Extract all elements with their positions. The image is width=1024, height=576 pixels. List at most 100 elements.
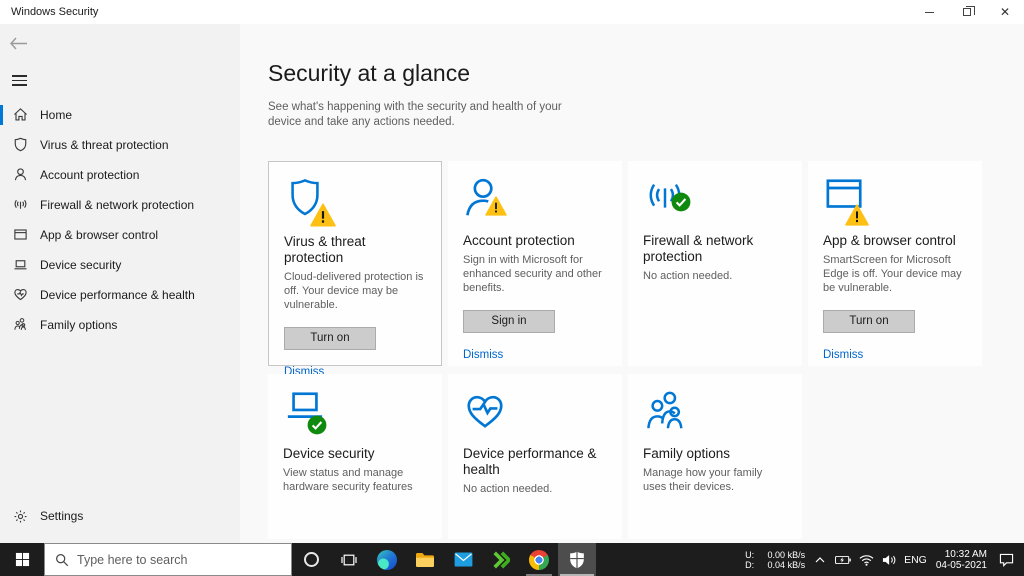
- browser-warning-icon: [823, 176, 873, 226]
- hidden-icons-button[interactable]: [812, 556, 828, 563]
- family-icon: [12, 317, 28, 333]
- sidebar-item-label: Device performance & health: [40, 287, 195, 302]
- windows-security-button[interactable]: [558, 543, 596, 576]
- file-explorer-button[interactable]: [406, 543, 444, 576]
- security-cards: Virus & threat protection Cloud-delivere…: [268, 161, 1024, 539]
- card-device-performance-health[interactable]: Device performance & health No action ne…: [448, 374, 622, 539]
- heart-pulse-icon: [463, 389, 513, 435]
- green-chevrons-icon: [493, 551, 510, 568]
- warning-badge-icon: [310, 203, 336, 227]
- network-icon: [12, 197, 28, 213]
- sidebar-item-label: Family options: [40, 317, 118, 332]
- edge-icon: [377, 549, 397, 570]
- system-tray: U: 0.00 kB/s D: 0.04 kB/s ENG 10:32 AM 04-…: [745, 543, 1024, 576]
- network-speed-monitor[interactable]: U: 0.00 kB/s D: 0.04 kB/s: [745, 550, 805, 570]
- turn-on-button[interactable]: Turn on: [823, 310, 915, 333]
- download-label: D:: [745, 559, 755, 570]
- upload-value: 0.00 kB/s: [767, 549, 806, 560]
- action-center-button[interactable]: [996, 553, 1016, 567]
- card-title: Firewall & network protection: [643, 233, 754, 264]
- search-input[interactable]: [77, 552, 267, 567]
- wifi-button[interactable]: [858, 554, 874, 566]
- task-view-button[interactable]: [330, 543, 368, 576]
- card-title: Device performance & health: [463, 446, 597, 477]
- battery-charging-icon: [835, 555, 851, 564]
- wifi-icon: [859, 554, 874, 566]
- family-icon: [643, 389, 693, 435]
- sidebar-item-app-browser-control[interactable]: App & browser control: [0, 220, 240, 250]
- language-indicator[interactable]: ENG: [904, 554, 927, 566]
- minimize-button[interactable]: [910, 0, 948, 24]
- edge-button[interactable]: [368, 543, 406, 576]
- card-description: Sign in with Microsoft for enhanced secu…: [463, 254, 602, 294]
- warning-badge-icon: [485, 196, 507, 216]
- card-description: No action needed.: [643, 270, 733, 282]
- chrome-button[interactable]: [520, 543, 558, 576]
- laptop-icon: [12, 257, 28, 273]
- taskbar: U: 0.00 kB/s D: 0.04 kB/s ENG 10:32 AM 04-…: [0, 543, 1024, 576]
- main-content: Security at a glance See what's happenin…: [240, 24, 1024, 543]
- home-icon: [12, 107, 28, 123]
- card-description: Cloud-delivered protection is off. Your …: [284, 271, 424, 311]
- restore-button[interactable]: [948, 0, 986, 24]
- gear-icon: [12, 508, 28, 524]
- start-button[interactable]: [0, 543, 44, 576]
- chevrons-app-button[interactable]: [482, 543, 520, 576]
- battery-button[interactable]: [835, 555, 851, 565]
- selected-indicator: [0, 104, 3, 125]
- volume-button[interactable]: [881, 554, 897, 566]
- sidebar-item-label: App & browser control: [40, 227, 159, 242]
- ok-badge-icon: [671, 192, 691, 212]
- taskbar-search[interactable]: [44, 543, 292, 576]
- close-button[interactable]: ✕: [986, 0, 1024, 24]
- sidebar-item-label: Firewall & network protection: [40, 197, 195, 212]
- sidebar-item-settings[interactable]: Settings: [0, 501, 240, 531]
- defender-shield-icon: [570, 551, 584, 568]
- card-device-security[interactable]: Device security View status and manage h…: [268, 374, 442, 539]
- person-warning-icon: [463, 176, 513, 222]
- card-description: No action needed.: [463, 483, 553, 495]
- sidebar-item-device-security[interactable]: Device security: [0, 250, 240, 280]
- browser-window-icon: [12, 227, 28, 243]
- sidebar-item-device-performance-health[interactable]: Device performance & health: [0, 280, 240, 310]
- card-title: Family options: [643, 446, 731, 461]
- action-center-icon: [999, 553, 1013, 567]
- sidebar-item-firewall-network-protection[interactable]: Firewall & network protection: [0, 190, 240, 220]
- card-title: App & browser control: [823, 233, 956, 248]
- card-title: Account protection: [463, 233, 575, 248]
- sidebar: Home Virus & threat protection Account p…: [0, 24, 240, 543]
- mail-button[interactable]: [444, 543, 482, 576]
- sidebar-item-family-options[interactable]: Family options: [0, 310, 240, 340]
- sidebar-item-label: Virus & threat protection: [40, 137, 169, 152]
- upload-label: U:: [745, 549, 755, 560]
- shield-icon: [12, 137, 28, 153]
- card-description: Manage how your family uses their device…: [643, 467, 763, 493]
- sidebar-item-label: Home: [40, 107, 73, 122]
- shield-warning-icon: [284, 177, 336, 227]
- clock[interactable]: 10:32 AM 04-05-2021: [934, 549, 989, 571]
- card-family-options[interactable]: Family options Manage how your family us…: [628, 374, 802, 539]
- card-firewall-network-protection[interactable]: Firewall & network protection No action …: [628, 161, 802, 366]
- dismiss-link[interactable]: Dismiss: [823, 349, 863, 361]
- settings-label: Settings: [40, 509, 84, 523]
- cortana-button[interactable]: [292, 543, 330, 576]
- sidebar-nav: Home Virus & threat protection Account p…: [0, 100, 240, 340]
- sidebar-item-home[interactable]: Home: [0, 100, 240, 130]
- card-title: Device security: [283, 446, 375, 461]
- sidebar-item-virus-threat-protection[interactable]: Virus & threat protection: [0, 130, 240, 160]
- sign-in-button[interactable]: Sign in: [463, 310, 555, 333]
- mail-icon: [454, 552, 472, 567]
- turn-on-button[interactable]: Turn on: [284, 327, 376, 350]
- file-explorer-icon: [416, 552, 434, 567]
- sidebar-item-account-protection[interactable]: Account protection: [0, 160, 240, 190]
- menu-button[interactable]: [12, 75, 28, 86]
- dismiss-link[interactable]: Dismiss: [463, 349, 503, 361]
- card-description: View status and manage hardware security…: [283, 467, 413, 493]
- card-account-protection[interactable]: Account protection Sign in with Microsof…: [448, 161, 622, 366]
- chevron-up-icon: [815, 556, 825, 562]
- card-virus-threat-protection[interactable]: Virus & threat protection Cloud-delivere…: [268, 161, 442, 378]
- back-button[interactable]: [9, 33, 33, 53]
- task-view-icon: [341, 554, 357, 565]
- download-value: 0.04 kB/s: [767, 559, 806, 570]
- card-app-browser-control[interactable]: App & browser control SmartScreen for Mi…: [808, 161, 982, 366]
